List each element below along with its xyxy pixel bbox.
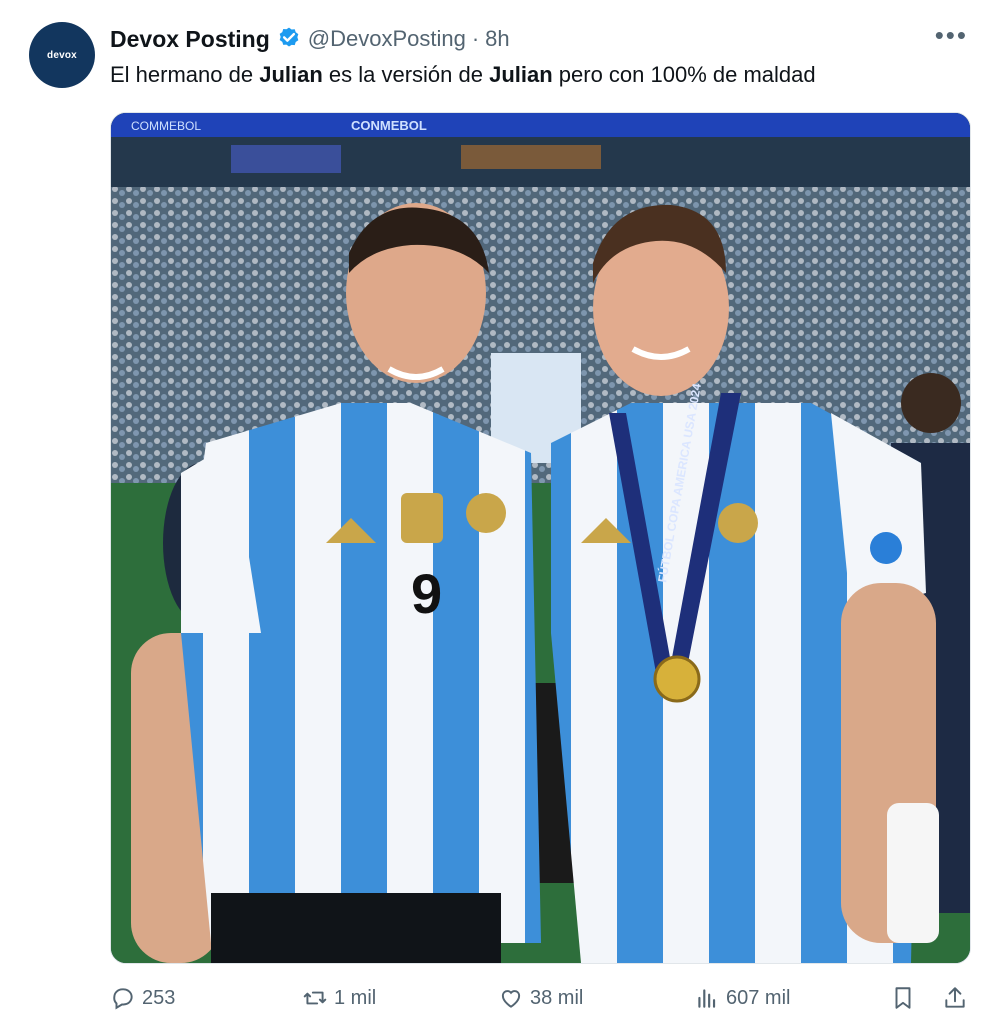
- reply-button[interactable]: 253: [110, 985, 175, 1011]
- text-part: pero con 100% de maldad: [552, 62, 816, 87]
- shirt-number: 9: [411, 562, 442, 625]
- separator-dot: ·: [471, 26, 480, 51]
- avatar[interactable]: devox: [29, 22, 95, 88]
- tweet-photo[interactable]: COMMEBOL CONMEBOL 9 FÚTBOL COPA AMERICA …: [110, 112, 971, 964]
- verified-badge-icon: [279, 27, 299, 47]
- led-banner: [111, 113, 970, 137]
- repost-button[interactable]: 1 mil: [302, 985, 376, 1011]
- views-icon: [698, 989, 716, 1008]
- bookmark-button[interactable]: [890, 985, 922, 1011]
- repost-count: 1 mil: [334, 986, 377, 1009]
- gold-medal: [653, 655, 701, 703]
- badge-fifa: [401, 493, 443, 543]
- handle[interactable]: @DevoxPosting: [308, 26, 466, 52]
- repost-icon: [303, 991, 327, 1005]
- text-part: es la versión de: [322, 62, 490, 87]
- reply-count: 253: [142, 986, 176, 1009]
- action-bar: 253 1 mil 38 mil 607 mil: [110, 985, 970, 1015]
- timestamp[interactable]: 8h: [485, 26, 509, 52]
- reply-icon: [113, 988, 133, 1010]
- share-button[interactable]: [942, 985, 974, 1011]
- share-icon: [945, 987, 965, 1008]
- like-button[interactable]: 38 mil: [498, 985, 583, 1011]
- afa-crest: [466, 493, 506, 533]
- views-button[interactable]: 607 mil: [694, 985, 790, 1011]
- more-icon[interactable]: •••: [935, 20, 968, 51]
- banner-text-left: COMMEBOL: [131, 119, 201, 133]
- views-count: 607 mil: [726, 986, 791, 1009]
- photo-illustration: COMMEBOL CONMEBOL 9 FÚTBOL COPA AMERICA …: [111, 113, 970, 963]
- tweet-text: El hermano de Julian es la versión de Ju…: [110, 62, 816, 88]
- display-name[interactable]: Devox Posting: [110, 26, 270, 53]
- like-count: 38 mil: [530, 986, 584, 1009]
- bookmark-icon: [895, 987, 911, 1009]
- tweet-header: Devox Posting @DevoxPosting · 8h: [110, 24, 510, 54]
- avatar-logo-text: devox: [47, 49, 77, 61]
- afa-crest-right: [718, 503, 758, 543]
- text-part: El hermano de: [110, 62, 260, 87]
- text-bold-name: Julian: [259, 62, 323, 87]
- banner-text-center: CONMEBOL: [351, 118, 427, 133]
- wrist-bandage: [887, 803, 939, 943]
- sleeve-patch: [870, 532, 902, 564]
- like-icon: [501, 990, 521, 1008]
- text-bold-name: Julian: [489, 62, 553, 87]
